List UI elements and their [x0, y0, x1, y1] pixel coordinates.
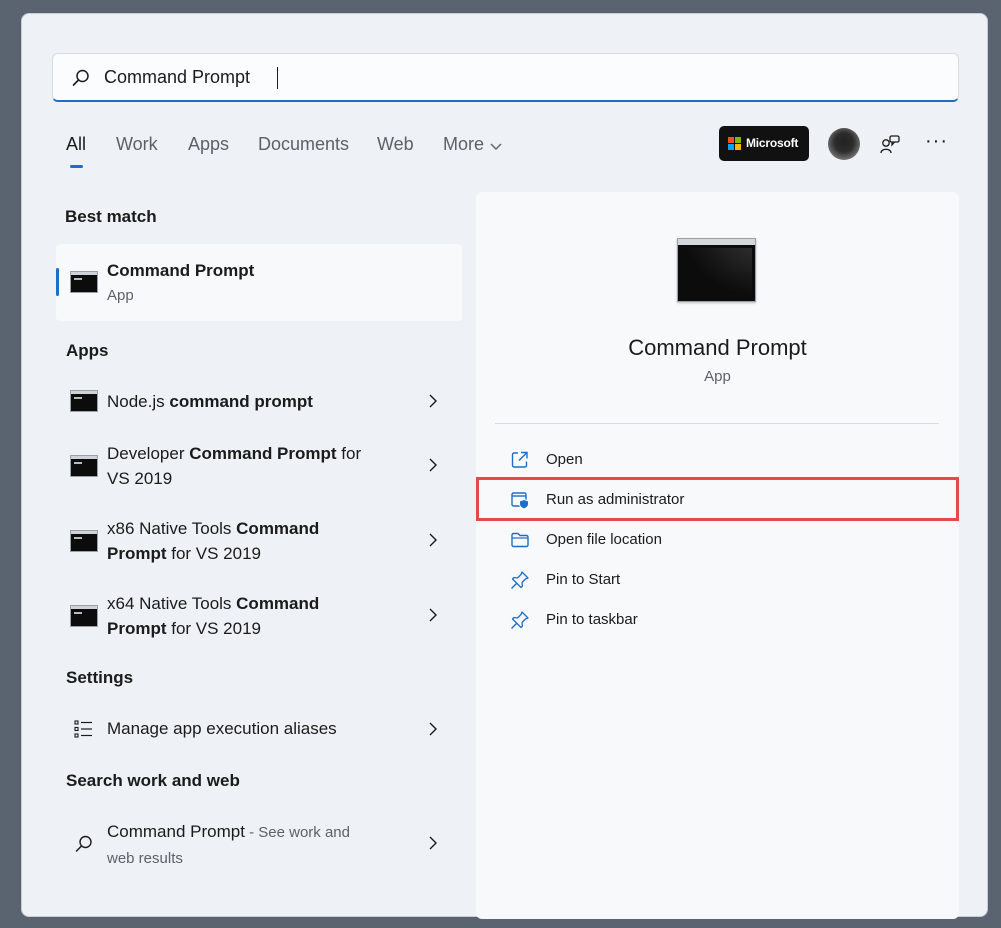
pin-icon	[511, 571, 529, 589]
selection-indicator	[56, 268, 59, 296]
action-open-file-location[interactable]: Open file location	[476, 520, 959, 560]
section-best-match: Best match	[65, 207, 157, 226]
action-label: Open file location	[546, 531, 662, 548]
divider	[495, 423, 939, 424]
open-external-icon	[511, 451, 528, 468]
action-open[interactable]: Open	[476, 440, 959, 480]
chevron-right-icon	[429, 533, 437, 547]
list-item[interactable]: Node.js command prompt	[56, 376, 462, 426]
tab-label: Apps	[188, 134, 230, 154]
best-match-result[interactable]: Command Prompt App	[56, 244, 462, 321]
search-input[interactable]	[104, 64, 924, 90]
tab-apps[interactable]: Apps	[188, 134, 229, 155]
action-pin-to-taskbar[interactable]: Pin to taskbar	[476, 600, 959, 640]
highlight-annotation-box	[476, 477, 959, 521]
list-item[interactable]: Developer Command Prompt for VS 2019	[56, 438, 462, 500]
command-prompt-icon	[70, 530, 98, 552]
app-title: x64 Native Tools Command Prompt for VS 20…	[107, 594, 320, 638]
search-box[interactable]	[52, 53, 959, 102]
preview-title: Command Prompt	[628, 335, 807, 360]
preview-subtitle: App	[704, 368, 731, 385]
action-label: Pin to Start	[546, 571, 621, 588]
microsoft-label: Microsoft	[746, 136, 799, 150]
active-tab-indicator	[70, 165, 83, 168]
app-title: Node.js command prompt	[107, 392, 313, 411]
settings-item[interactable]: Manage app execution aliases	[56, 704, 462, 754]
chevron-right-icon	[429, 394, 437, 408]
chevron-right-icon	[429, 458, 437, 472]
action-pin-to-start[interactable]: Pin to Start	[476, 560, 959, 600]
folder-icon	[511, 532, 529, 548]
user-avatar[interactable]	[828, 128, 860, 160]
section-search-work-web: Search work and web	[66, 771, 240, 790]
microsoft-logo-icon	[728, 137, 742, 151]
tab-label: Web	[377, 134, 414, 154]
best-match-title: Command Prompt	[107, 261, 255, 280]
action-label: Pin to taskbar	[546, 611, 638, 628]
app-title: Developer Command Prompt for VS 2019	[107, 444, 362, 488]
search-icon	[72, 69, 89, 86]
tab-web[interactable]: Web	[377, 134, 414, 155]
section-apps: Apps	[66, 341, 109, 360]
tab-all[interactable]: All	[66, 134, 87, 168]
list-item[interactable]: x64 Native Tools Command Prompt for VS 20…	[56, 588, 462, 650]
list-item[interactable]: x86 Native Tools Command Prompt for VS 20…	[56, 513, 462, 575]
tab-label: Work	[116, 134, 158, 154]
command-prompt-icon	[70, 605, 98, 627]
tab-label: More	[443, 134, 485, 154]
tab-documents[interactable]: Documents	[258, 134, 349, 155]
pin-icon	[511, 611, 529, 629]
action-label: Open	[546, 451, 583, 468]
web-search-title: Command Prompt - See work and web results	[107, 822, 350, 867]
more-options-button[interactable]: ···	[925, 131, 949, 153]
command-prompt-icon	[70, 390, 98, 412]
chevron-right-icon	[429, 722, 437, 736]
settings-item-label: Manage app execution aliases	[107, 719, 337, 738]
tab-more[interactable]: More	[443, 134, 502, 155]
command-prompt-icon	[70, 455, 98, 477]
preview-pane: Command Prompt App Open Run as administr…	[476, 192, 959, 919]
tab-label: All	[66, 134, 87, 154]
share-feedback-icon[interactable]	[879, 134, 901, 156]
command-prompt-icon	[70, 271, 98, 293]
list-settings-icon	[74, 720, 92, 738]
tab-work[interactable]: Work	[116, 134, 158, 155]
tab-label: Documents	[258, 134, 350, 154]
section-settings: Settings	[66, 668, 134, 687]
chevron-right-icon	[429, 836, 437, 850]
microsoft-account-button[interactable]: Microsoft	[719, 126, 809, 161]
chevron-right-icon	[429, 608, 437, 622]
best-match-subtitle: App	[107, 287, 134, 304]
app-title: x86 Native Tools Command Prompt for VS 20…	[107, 519, 320, 563]
text-caret	[277, 67, 278, 89]
chevron-down-icon	[490, 143, 502, 150]
command-prompt-large-icon	[677, 238, 756, 302]
search-flyout: All Work Apps Documents Web More	[21, 13, 988, 919]
web-search-item[interactable]: Command Prompt - See work and web results	[56, 814, 462, 876]
search-icon	[75, 835, 92, 852]
